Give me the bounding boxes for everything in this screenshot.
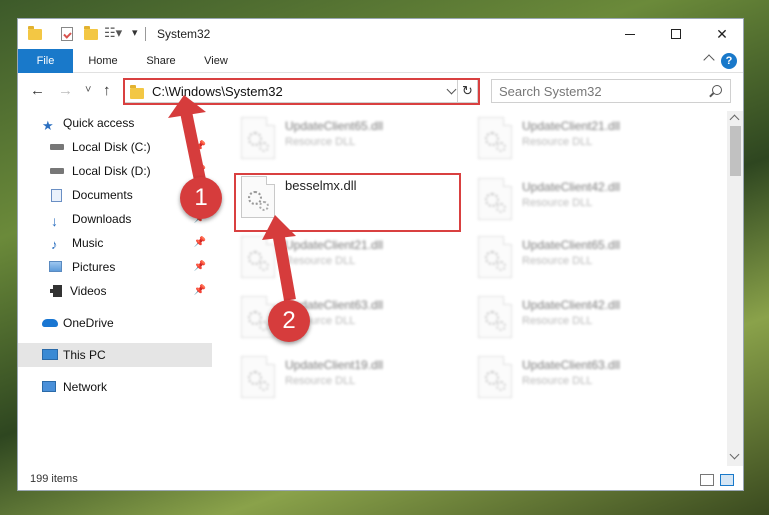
arrow-1-head xyxy=(168,95,206,118)
callout-1: 1 xyxy=(180,177,222,219)
arrow-2-shaft xyxy=(272,230,296,302)
arrow-2-head xyxy=(262,215,296,240)
callout-2: 2 xyxy=(268,300,310,342)
annotation-arrows xyxy=(168,95,296,302)
arrow-1-shaft xyxy=(180,110,206,182)
